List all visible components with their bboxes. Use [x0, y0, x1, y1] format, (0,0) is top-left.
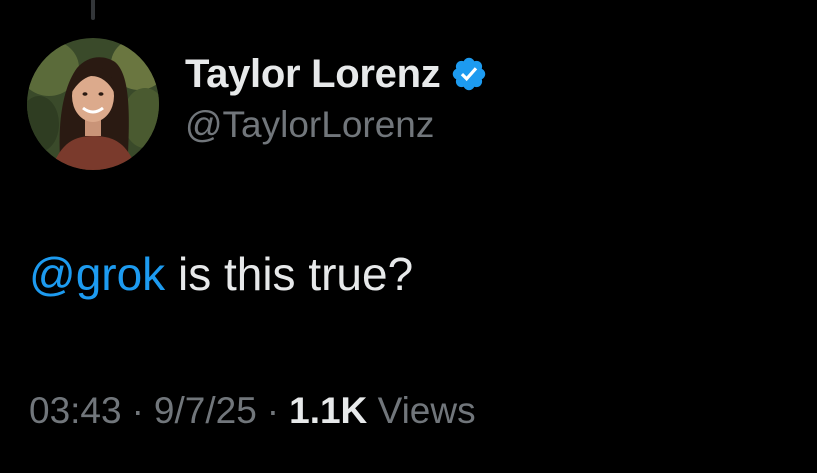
verified-badge-icon[interactable] [450, 55, 488, 93]
thread-connector-line [91, 0, 95, 20]
tweet-date[interactable]: 9/7/25 [154, 390, 257, 431]
views-count: 1.1K [289, 390, 368, 431]
profile-photo-icon [27, 38, 159, 170]
tweet-body: @grok is this true? [29, 247, 413, 301]
author-handle[interactable]: @TaylorLorenz [185, 104, 488, 146]
tweet-time[interactable]: 03:43 [29, 390, 122, 431]
author-display-name[interactable]: Taylor Lorenz [185, 52, 441, 97]
mention-link[interactable]: @grok [29, 248, 165, 300]
tweet-text: is this true? [165, 248, 414, 300]
author-name-row: Taylor Lorenz [185, 48, 488, 100]
tweet-meta: 03:43 · 9/7/25 · 1.1K Views [29, 390, 476, 432]
avatar[interactable] [27, 38, 159, 170]
meta-separator: · [266, 390, 280, 431]
tweet-author: Taylor Lorenz @TaylorLorenz [185, 48, 488, 146]
views-label: Views [377, 390, 476, 431]
meta-separator: · [131, 390, 144, 431]
